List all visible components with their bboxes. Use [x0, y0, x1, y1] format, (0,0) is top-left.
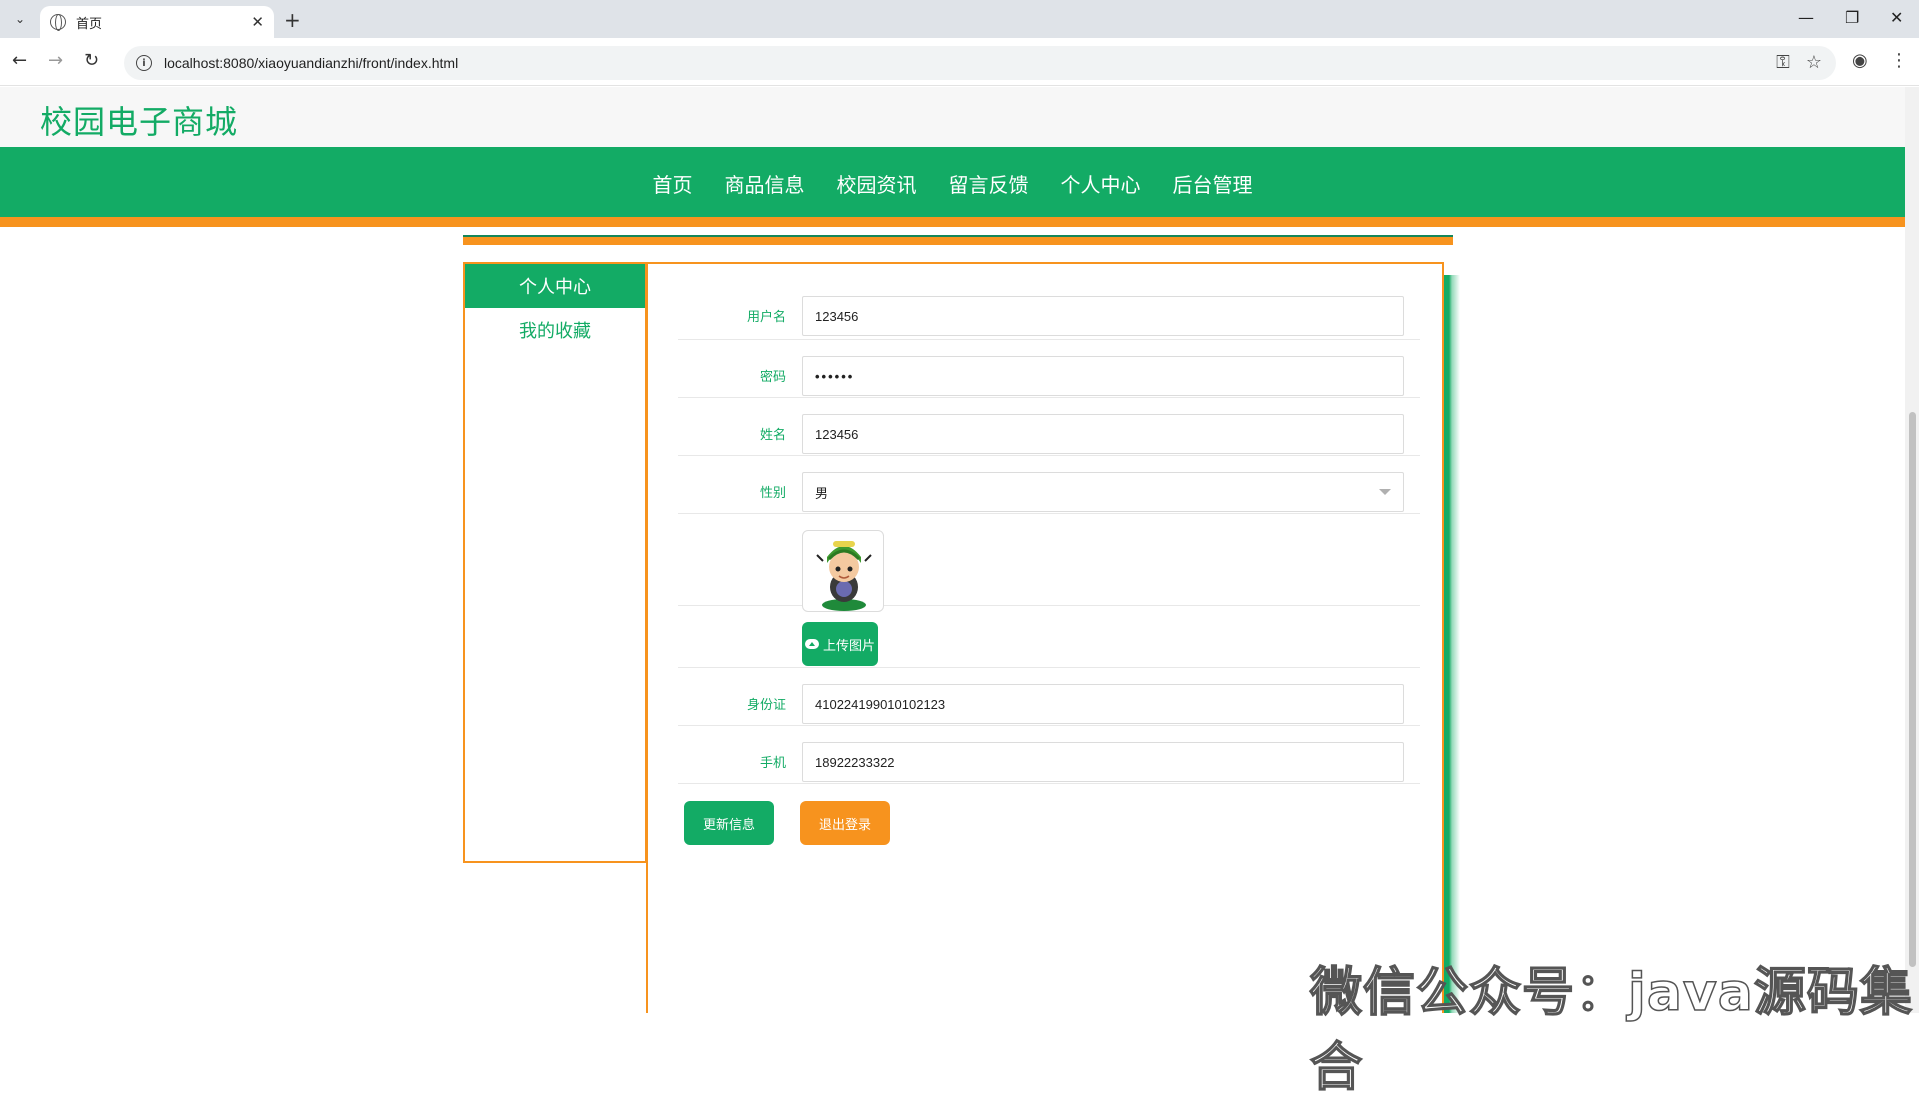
site-title[interactable]: 校园电子商城 — [40, 97, 238, 143]
form-row-avatar — [678, 514, 1420, 612]
profile-form-panel: 用户名 123456 密码 •••••• 姓名 123456 性别 男 上传图片… — [646, 262, 1444, 1013]
phone-label: 手机 — [759, 756, 786, 771]
panel-side-accent — [1444, 275, 1460, 1013]
nav-item-profile[interactable]: 个人中心 — [1045, 169, 1157, 198]
chevron-down-icon — [1379, 489, 1391, 495]
menu-kebab-icon[interactable]: ⋮ — [1890, 50, 1908, 71]
password-label: 密码 — [759, 370, 786, 385]
browser-tab-bar: ⌄ 首页 ✕ + — ❐ ✕ — [0, 0, 1919, 38]
decorative-divider — [463, 235, 1453, 245]
back-icon[interactable]: ← — [12, 50, 27, 71]
name-input[interactable]: 123456 — [802, 414, 1404, 454]
site-info-icon[interactable]: i — [136, 55, 152, 71]
profile-icon[interactable]: ◉ — [1852, 50, 1868, 71]
form-row-upload: 上传图片 — [678, 606, 1420, 668]
url-text: localhost:8080/xiaoyuandianzhi/front/ind… — [164, 55, 459, 71]
browser-toolbar: ← → ↻ i localhost:8080/xiaoyuandianzhi/f… — [0, 38, 1919, 86]
browser-tab[interactable]: 首页 ✕ — [40, 6, 274, 38]
scrollbar-thumb[interactable] — [1909, 412, 1916, 967]
idcard-input[interactable]: 410224199010102123 — [802, 684, 1404, 724]
main-nav: 首页 商品信息 校园资讯 留言反馈 个人中心 后台管理 — [0, 147, 1905, 227]
cloud-upload-icon — [804, 639, 819, 649]
profile-sidebar: 个人中心 我的收藏 — [463, 262, 647, 863]
address-bar[interactable]: i localhost:8080/xiaoyuandianzhi/front/i… — [124, 46, 1836, 80]
site-header: 校园电子商城 — [0, 87, 1905, 147]
sidebar-item-favorites[interactable]: 我的收藏 — [465, 308, 645, 352]
bookmark-star-icon[interactable]: ☆ — [1806, 52, 1822, 73]
password-key-icon[interactable]: ⚿ — [1776, 52, 1790, 73]
avatar-image — [802, 530, 884, 612]
username-input[interactable]: 123456 — [802, 296, 1404, 336]
name-label: 姓名 — [759, 428, 786, 443]
phone-input[interactable]: 18922233322 — [802, 742, 1404, 782]
reload-icon[interactable]: ↻ — [84, 50, 99, 71]
form-row-username: 用户名 123456 — [678, 278, 1420, 340]
password-input[interactable]: •••••• — [802, 356, 1404, 396]
upload-image-button[interactable]: 上传图片 — [802, 622, 878, 666]
minimize-icon[interactable]: — — [1798, 8, 1814, 27]
nav-item-admin[interactable]: 后台管理 — [1157, 169, 1269, 198]
nav-item-products[interactable]: 商品信息 — [709, 169, 821, 198]
idcard-label: 身份证 — [746, 698, 786, 713]
logout-button[interactable]: 退出登录 — [800, 801, 890, 845]
form-row-phone: 手机 18922233322 — [678, 726, 1420, 784]
window-close-icon[interactable]: ✕ — [1890, 8, 1903, 27]
sidebar-item-profile-center[interactable]: 个人中心 — [465, 264, 645, 308]
form-row-gender: 性别 男 — [678, 456, 1420, 514]
globe-icon — [50, 14, 66, 31]
gender-select[interactable]: 男 — [802, 472, 1404, 512]
page-viewport: 校园电子商城 首页 商品信息 校园资讯 留言反馈 个人中心 后台管理 个人中心 … — [0, 87, 1905, 1013]
tab-search-chevron-icon[interactable]: ⌄ — [8, 7, 32, 31]
tab-title: 首页 — [76, 16, 103, 32]
form-row-idcard: 身份证 410224199010102123 — [678, 668, 1420, 726]
gender-value: 男 — [815, 485, 829, 501]
tab-close-icon[interactable]: ✕ — [251, 13, 264, 31]
avatar-cartoon-icon — [816, 541, 872, 611]
watermark-text: 微信公众号：java源码集合 — [1309, 962, 1913, 1099]
nav-item-home[interactable]: 首页 — [637, 169, 709, 198]
page-scrollbar[interactable] — [1905, 87, 1919, 1013]
new-tab-icon[interactable]: + — [284, 8, 301, 32]
forward-icon[interactable]: → — [48, 50, 63, 71]
nav-item-news[interactable]: 校园资讯 — [821, 169, 933, 198]
upload-button-label: 上传图片 — [822, 638, 875, 654]
username-label: 用户名 — [746, 310, 786, 325]
form-row-name: 姓名 123456 — [678, 398, 1420, 456]
update-info-button[interactable]: 更新信息 — [684, 801, 774, 845]
gender-label: 性别 — [759, 486, 786, 501]
nav-item-feedback[interactable]: 留言反馈 — [933, 169, 1045, 198]
restore-icon[interactable]: ❐ — [1845, 8, 1859, 27]
form-row-password: 密码 •••••• — [678, 340, 1420, 398]
